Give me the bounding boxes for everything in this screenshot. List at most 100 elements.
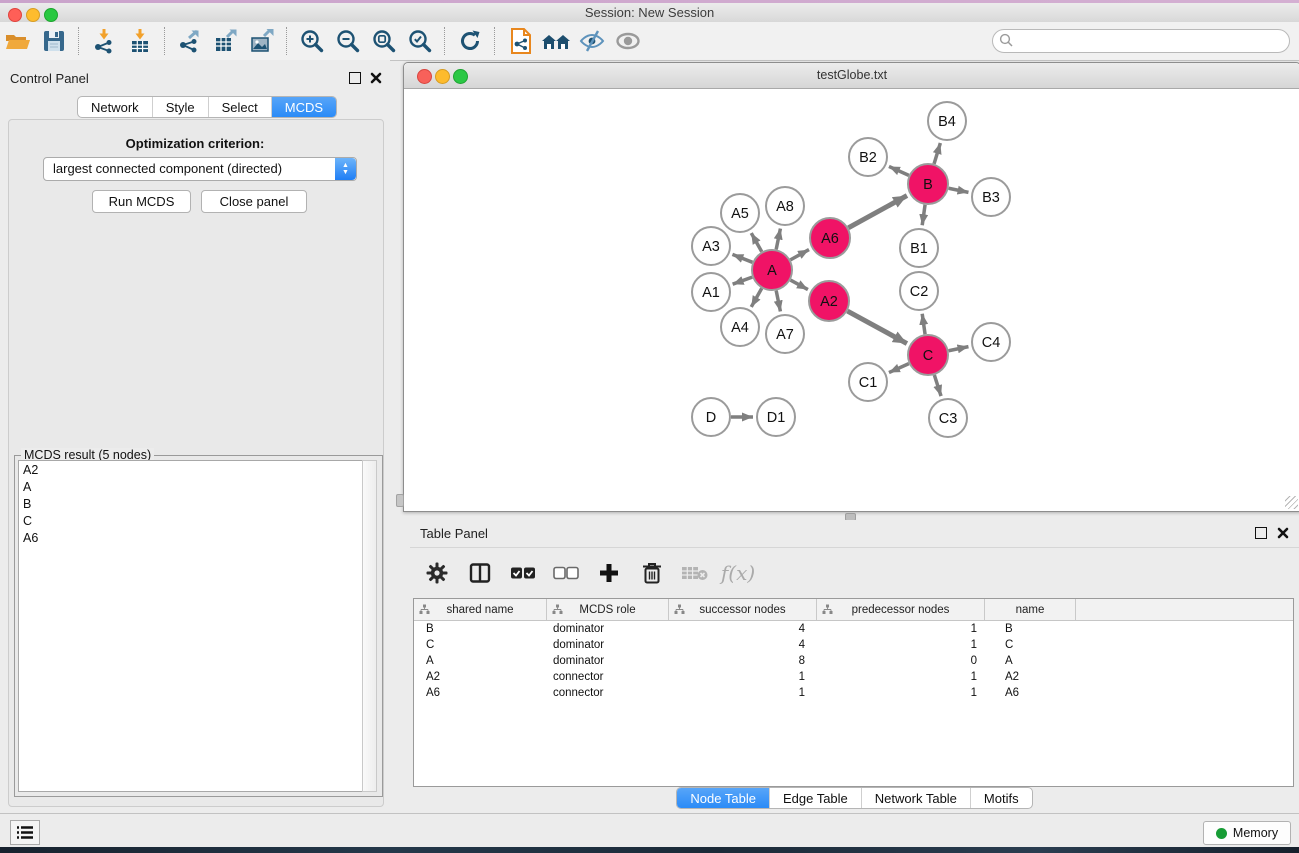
graph-node-C2[interactable]: C2 (900, 272, 938, 310)
delete-table-button[interactable] (680, 558, 710, 588)
table-cell[interactable]: 4 (669, 637, 817, 653)
import-table-button[interactable] (122, 25, 158, 57)
column-header-predecessor-nodes[interactable]: predecessor nodes (817, 599, 985, 620)
deselect-all-button[interactable] (551, 558, 581, 588)
delete-column-button[interactable] (637, 558, 667, 588)
table-cell[interactable]: 8 (669, 653, 817, 669)
open-file-button[interactable] (0, 25, 36, 57)
table-cell[interactable]: dominator (547, 653, 669, 669)
show-column-button[interactable] (465, 558, 495, 588)
graph-node-D[interactable]: D (692, 398, 730, 436)
table-cell[interactable]: A (414, 653, 547, 669)
graph-node-B3[interactable]: B3 (972, 178, 1010, 216)
close-table-panel-icon[interactable] (1277, 527, 1289, 539)
graph-node-C3[interactable]: C3 (929, 399, 967, 437)
graph-node-C[interactable]: C (908, 335, 948, 375)
result-list-item[interactable]: A6 (19, 529, 365, 546)
tab-mcds[interactable]: MCDS (272, 97, 336, 117)
graph-edge-B-B3[interactable] (949, 188, 969, 192)
hide-panels-button[interactable] (574, 25, 610, 57)
graph-node-A3[interactable]: A3 (692, 227, 730, 265)
graph-node-C1[interactable]: C1 (849, 363, 887, 401)
zoom-fit-button[interactable] (366, 25, 402, 57)
table-cell[interactable]: C (985, 637, 1076, 653)
refresh-button[interactable] (452, 25, 488, 57)
float-table-panel-icon[interactable] (1255, 527, 1267, 539)
graph-edge-A6-B[interactable] (848, 196, 907, 228)
table-cell[interactable]: 1 (817, 621, 985, 637)
graph-edge-A-A6[interactable] (790, 250, 809, 260)
table-cell[interactable]: 1 (817, 685, 985, 701)
table-cell[interactable]: 1 (669, 669, 817, 685)
table-cell[interactable]: connector (547, 669, 669, 685)
function-builder-button[interactable]: f(x) (723, 558, 753, 588)
tab-node-table[interactable]: Node Table (677, 788, 770, 808)
table-cell[interactable]: B (414, 621, 547, 637)
memory-button[interactable]: Memory (1203, 821, 1291, 845)
result-list-item[interactable]: B (19, 495, 365, 512)
graph-node-B4[interactable]: B4 (928, 102, 966, 140)
graph-edge-B-B4[interactable] (934, 143, 940, 164)
table-cell[interactable]: C (414, 637, 547, 653)
graph-edge-A-A2[interactable] (790, 280, 807, 290)
tab-style[interactable]: Style (153, 97, 209, 117)
zoom-selected-button[interactable] (402, 25, 438, 57)
graph-node-A6[interactable]: A6 (810, 218, 850, 258)
zoom-in-button[interactable] (294, 25, 330, 57)
import-network-button[interactable] (86, 25, 122, 57)
export-image-button[interactable] (244, 25, 280, 57)
close-panel-icon[interactable] (370, 72, 382, 84)
graph-node-C4[interactable]: C4 (972, 323, 1010, 361)
close-panel-button[interactable]: Close panel (201, 190, 307, 213)
graph-node-A1[interactable]: A1 (692, 273, 730, 311)
tab-network[interactable]: Network (78, 97, 153, 117)
table-cell[interactable]: 0 (817, 653, 985, 669)
graph-node-B2[interactable]: B2 (849, 138, 887, 176)
graph-edge-C-C1[interactable] (889, 364, 909, 373)
result-list-item[interactable]: A2 (19, 461, 365, 478)
run-mcds-button[interactable]: Run MCDS (92, 190, 191, 213)
search-input[interactable] (1017, 31, 1281, 51)
show-panels-button[interactable] (610, 25, 646, 57)
tab-edge-table[interactable]: Edge Table (770, 788, 862, 808)
zoom-out-button[interactable] (330, 25, 366, 57)
graph-edge-C-C3[interactable] (934, 375, 941, 396)
table-cell[interactable]: connector (547, 685, 669, 701)
add-column-button[interactable] (594, 558, 624, 588)
network-graph[interactable]: B4B2BB3A8A5A6A3B1AA1C2A2A4A7C4CC1C3DD1 (405, 89, 1298, 508)
clone-network-button[interactable] (502, 25, 538, 57)
result-list-item[interactable]: A (19, 478, 365, 495)
tab-motifs[interactable]: Motifs (971, 788, 1032, 808)
column-header-mcds-role[interactable]: MCDS role (547, 599, 669, 620)
graph-node-A[interactable]: A (752, 250, 792, 290)
float-panel-icon[interactable] (349, 72, 361, 84)
graph-node-B1[interactable]: B1 (900, 229, 938, 267)
table-row[interactable]: Cdominator41C (414, 637, 1293, 653)
tab-select[interactable]: Select (209, 97, 272, 117)
graph-edge-C-C4[interactable] (949, 347, 969, 351)
graph-edge-A2-C[interactable] (847, 311, 906, 343)
table-cell[interactable]: A6 (414, 685, 547, 701)
graph-edge-A-A8[interactable] (776, 229, 780, 250)
table-cell[interactable]: B (985, 621, 1076, 637)
graph-node-B[interactable]: B (908, 164, 948, 204)
graph-edge-A-A1[interactable] (733, 277, 753, 284)
graph-edge-A-A4[interactable] (751, 288, 761, 307)
table-row[interactable]: A6connector11A6 (414, 685, 1293, 701)
criterion-dropdown[interactable]: largest connected component (directed) ▲… (43, 157, 357, 181)
search-box[interactable] (992, 29, 1290, 53)
table-cell[interactable]: 4 (669, 621, 817, 637)
graph-edge-A-A5[interactable] (751, 233, 761, 252)
graph-edge-C-C2[interactable] (922, 314, 925, 334)
column-header-successor-nodes[interactable]: successor nodes (669, 599, 817, 620)
table-cell[interactable]: 1 (817, 637, 985, 653)
vertical-divider-grip[interactable] (396, 494, 404, 507)
table-options-button[interactable] (422, 558, 452, 588)
table-row[interactable]: Adominator80A (414, 653, 1293, 669)
birdseye-view-button[interactable] (538, 25, 574, 57)
table-row[interactable]: Bdominator41B (414, 621, 1293, 637)
table-cell[interactable]: dominator (547, 621, 669, 637)
table-cell[interactable]: A (985, 653, 1076, 669)
table-cell[interactable]: A6 (985, 685, 1076, 701)
graph-edge-B-B1[interactable] (922, 205, 925, 225)
